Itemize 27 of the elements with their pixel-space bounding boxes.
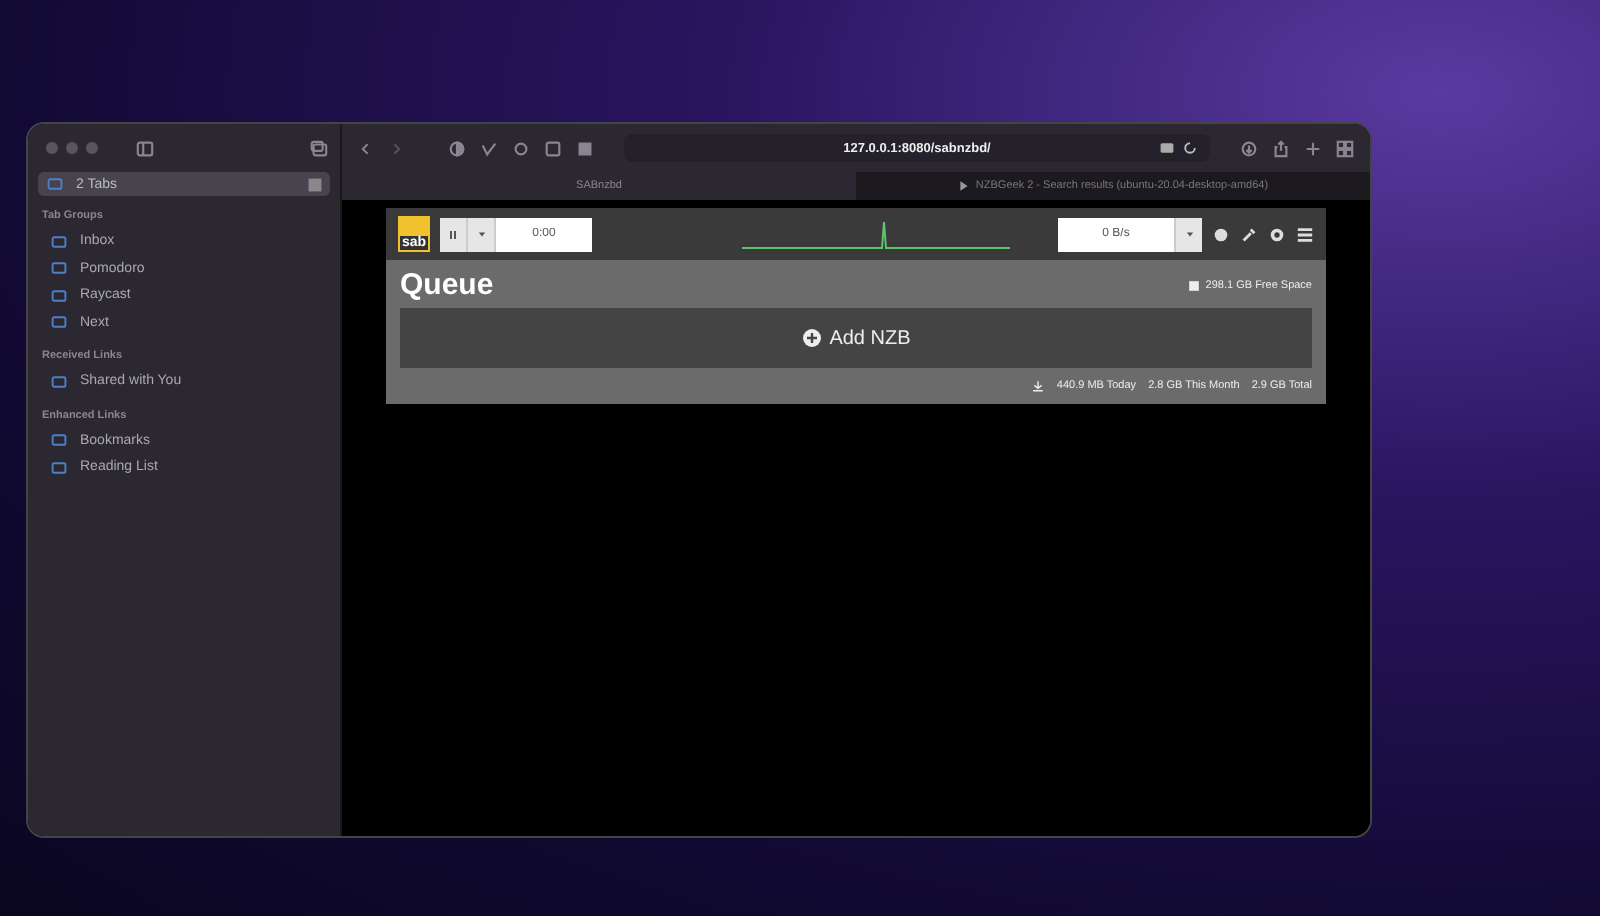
pause-button[interactable]	[440, 217, 468, 251]
share-icon	[1272, 139, 1290, 157]
plus-icon	[1304, 139, 1322, 157]
check-icon	[480, 139, 498, 157]
pause-icon	[448, 229, 458, 239]
caret-icon	[477, 230, 485, 238]
back-icon	[358, 139, 374, 157]
dropdown-button[interactable]	[1174, 217, 1202, 251]
tab-overview-icon	[308, 139, 330, 157]
dropdown-button[interactable]	[468, 217, 496, 251]
status-icon	[1212, 225, 1230, 243]
download-icon	[1240, 139, 1258, 157]
download-icon	[1032, 380, 1045, 392]
grid-icon	[308, 177, 322, 191]
square-icon	[576, 139, 594, 157]
plus-circle-icon	[801, 328, 822, 348]
add-nzb-button[interactable]: Add NZB	[400, 308, 1312, 368]
forward-icon	[388, 139, 404, 157]
sidebar-icon	[134, 139, 156, 157]
tabs-icon	[46, 176, 64, 192]
contrast-icon	[448, 139, 466, 157]
caret-icon	[1185, 230, 1193, 238]
site-icon	[957, 180, 970, 192]
reload-icon	[1182, 140, 1198, 156]
menu-icon	[1296, 225, 1314, 243]
tab-grid-icon	[1336, 139, 1354, 157]
queue-title: Queue	[400, 268, 494, 302]
